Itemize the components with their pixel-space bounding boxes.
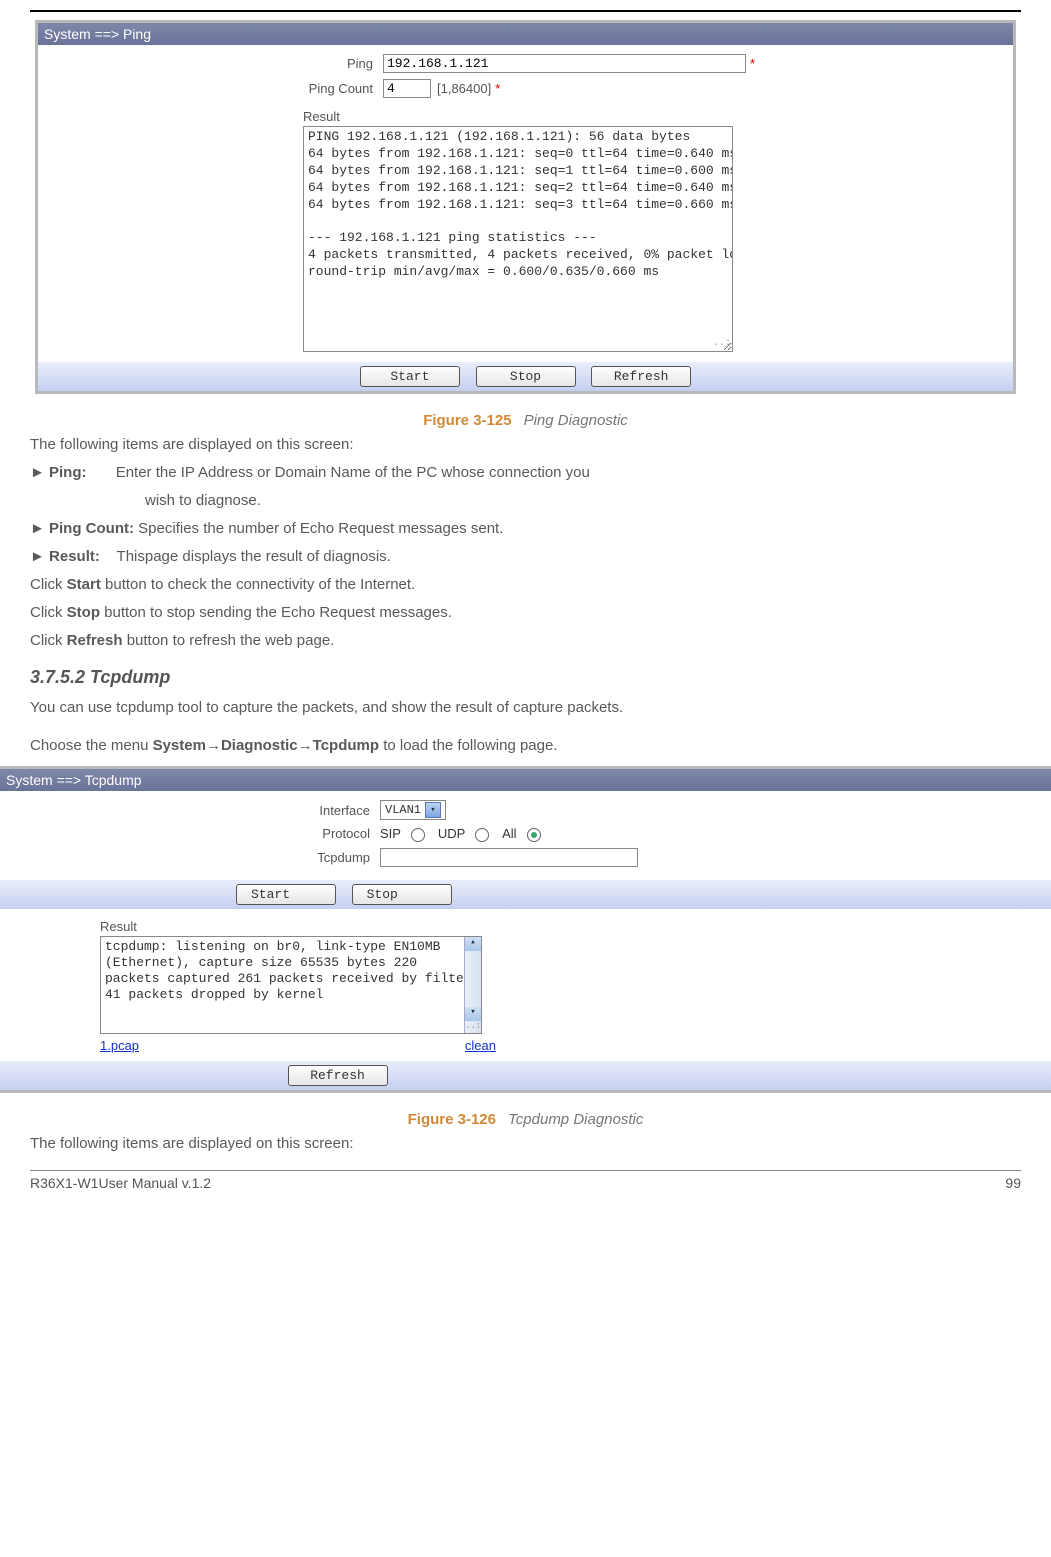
section-tcpdump-heading: 3.7.5.2 Tcpdump	[30, 667, 1021, 688]
tcpdump-result-text: tcpdump: listening on br0, link-type EN1…	[101, 937, 481, 1033]
bottom-rule	[30, 1170, 1021, 1171]
figure-126-caption: Figure 3-126Tcpdump Diagnostic	[0, 1111, 1051, 1128]
protocol-label: Protocol	[0, 826, 380, 841]
tcpdump-field-label: Tcpdump	[0, 850, 380, 865]
resize-icon[interactable]: ..:	[465, 1021, 481, 1033]
proto-udp-label: UDP	[438, 826, 465, 841]
scrollbar[interactable]: ▴ ▾ ..:	[464, 937, 481, 1033]
tcpdump-intro: You can use tcpdump tool to capture the …	[30, 696, 1021, 758]
start-button[interactable]: Start	[360, 366, 460, 387]
scroll-up-icon[interactable]: ▴	[465, 937, 481, 951]
tcpdump-title: System ==> Tcpdump	[0, 769, 1051, 791]
chevron-down-icon: ▾	[425, 802, 441, 818]
ping-panel: System ==> Ping Ping * Ping Count [1,864…	[35, 20, 1016, 394]
ping-count-input[interactable]	[383, 79, 431, 98]
ping-result-text: PING 192.168.1.121 (192.168.1.121): 56 d…	[308, 129, 733, 279]
tcpdump-button-bar-1: Start Stop	[0, 880, 1051, 909]
required-mark: *	[746, 56, 755, 71]
tcpdump-refresh-button[interactable]: Refresh	[288, 1065, 388, 1086]
tcpdump-input[interactable]	[380, 848, 638, 867]
ping-description: The following items are displayed on thi…	[30, 433, 1021, 653]
ping-button-bar: Start Stop Refresh	[38, 362, 1013, 391]
footer-page: 99	[1005, 1175, 1021, 1191]
proto-sip-label: SIP	[380, 826, 401, 841]
proto-all-label: All	[502, 826, 516, 841]
ping-count-hint: [1,86400]*	[431, 81, 500, 96]
ping-count-label: Ping Count	[38, 81, 383, 96]
clean-link[interactable]: clean	[465, 1038, 496, 1053]
ping-label: Ping	[38, 56, 383, 71]
proto-all-radio[interactable]	[527, 828, 541, 842]
ping-result-box[interactable]: PING 192.168.1.121 (192.168.1.121): 56 d…	[303, 126, 733, 352]
stop-button[interactable]: Stop	[476, 366, 576, 387]
interface-label: Interface	[0, 803, 380, 818]
tcpdump-start-button[interactable]: Start	[236, 884, 336, 905]
ping-input[interactable]	[383, 54, 746, 73]
tcpdump-result-label: Result	[100, 919, 1051, 934]
scroll-down-icon[interactable]: ▾	[465, 1007, 481, 1021]
tcpdump-panel: System ==> Tcpdump Interface VLAN1 ▾ Pro…	[0, 766, 1051, 1093]
top-rule	[30, 10, 1021, 12]
pcap-link[interactable]: 1.pcap	[100, 1038, 139, 1053]
tcpdump-button-bar-2: Refresh	[0, 1061, 1051, 1090]
tcpdump-result-box[interactable]: tcpdump: listening on br0, link-type EN1…	[100, 936, 482, 1034]
proto-udp-radio[interactable]	[475, 828, 489, 842]
figure-125-caption: Figure 3-125Ping Diagnostic	[0, 412, 1051, 429]
tcpdump-outro: The following items are displayed on thi…	[30, 1132, 1021, 1156]
refresh-button[interactable]: Refresh	[591, 366, 691, 387]
interface-select[interactable]: VLAN1 ▾	[380, 800, 446, 820]
ping-title: System ==> Ping	[38, 23, 1013, 45]
ping-result-label: Result	[303, 109, 1013, 124]
resize-icon[interactable]: ..:	[713, 337, 731, 350]
proto-sip-radio[interactable]	[411, 828, 425, 842]
footer: R36X1-W1User Manual v.1.2 99	[0, 1175, 1051, 1191]
tcpdump-stop-button[interactable]: Stop	[352, 884, 452, 905]
footer-left: R36X1-W1User Manual v.1.2	[30, 1175, 211, 1191]
